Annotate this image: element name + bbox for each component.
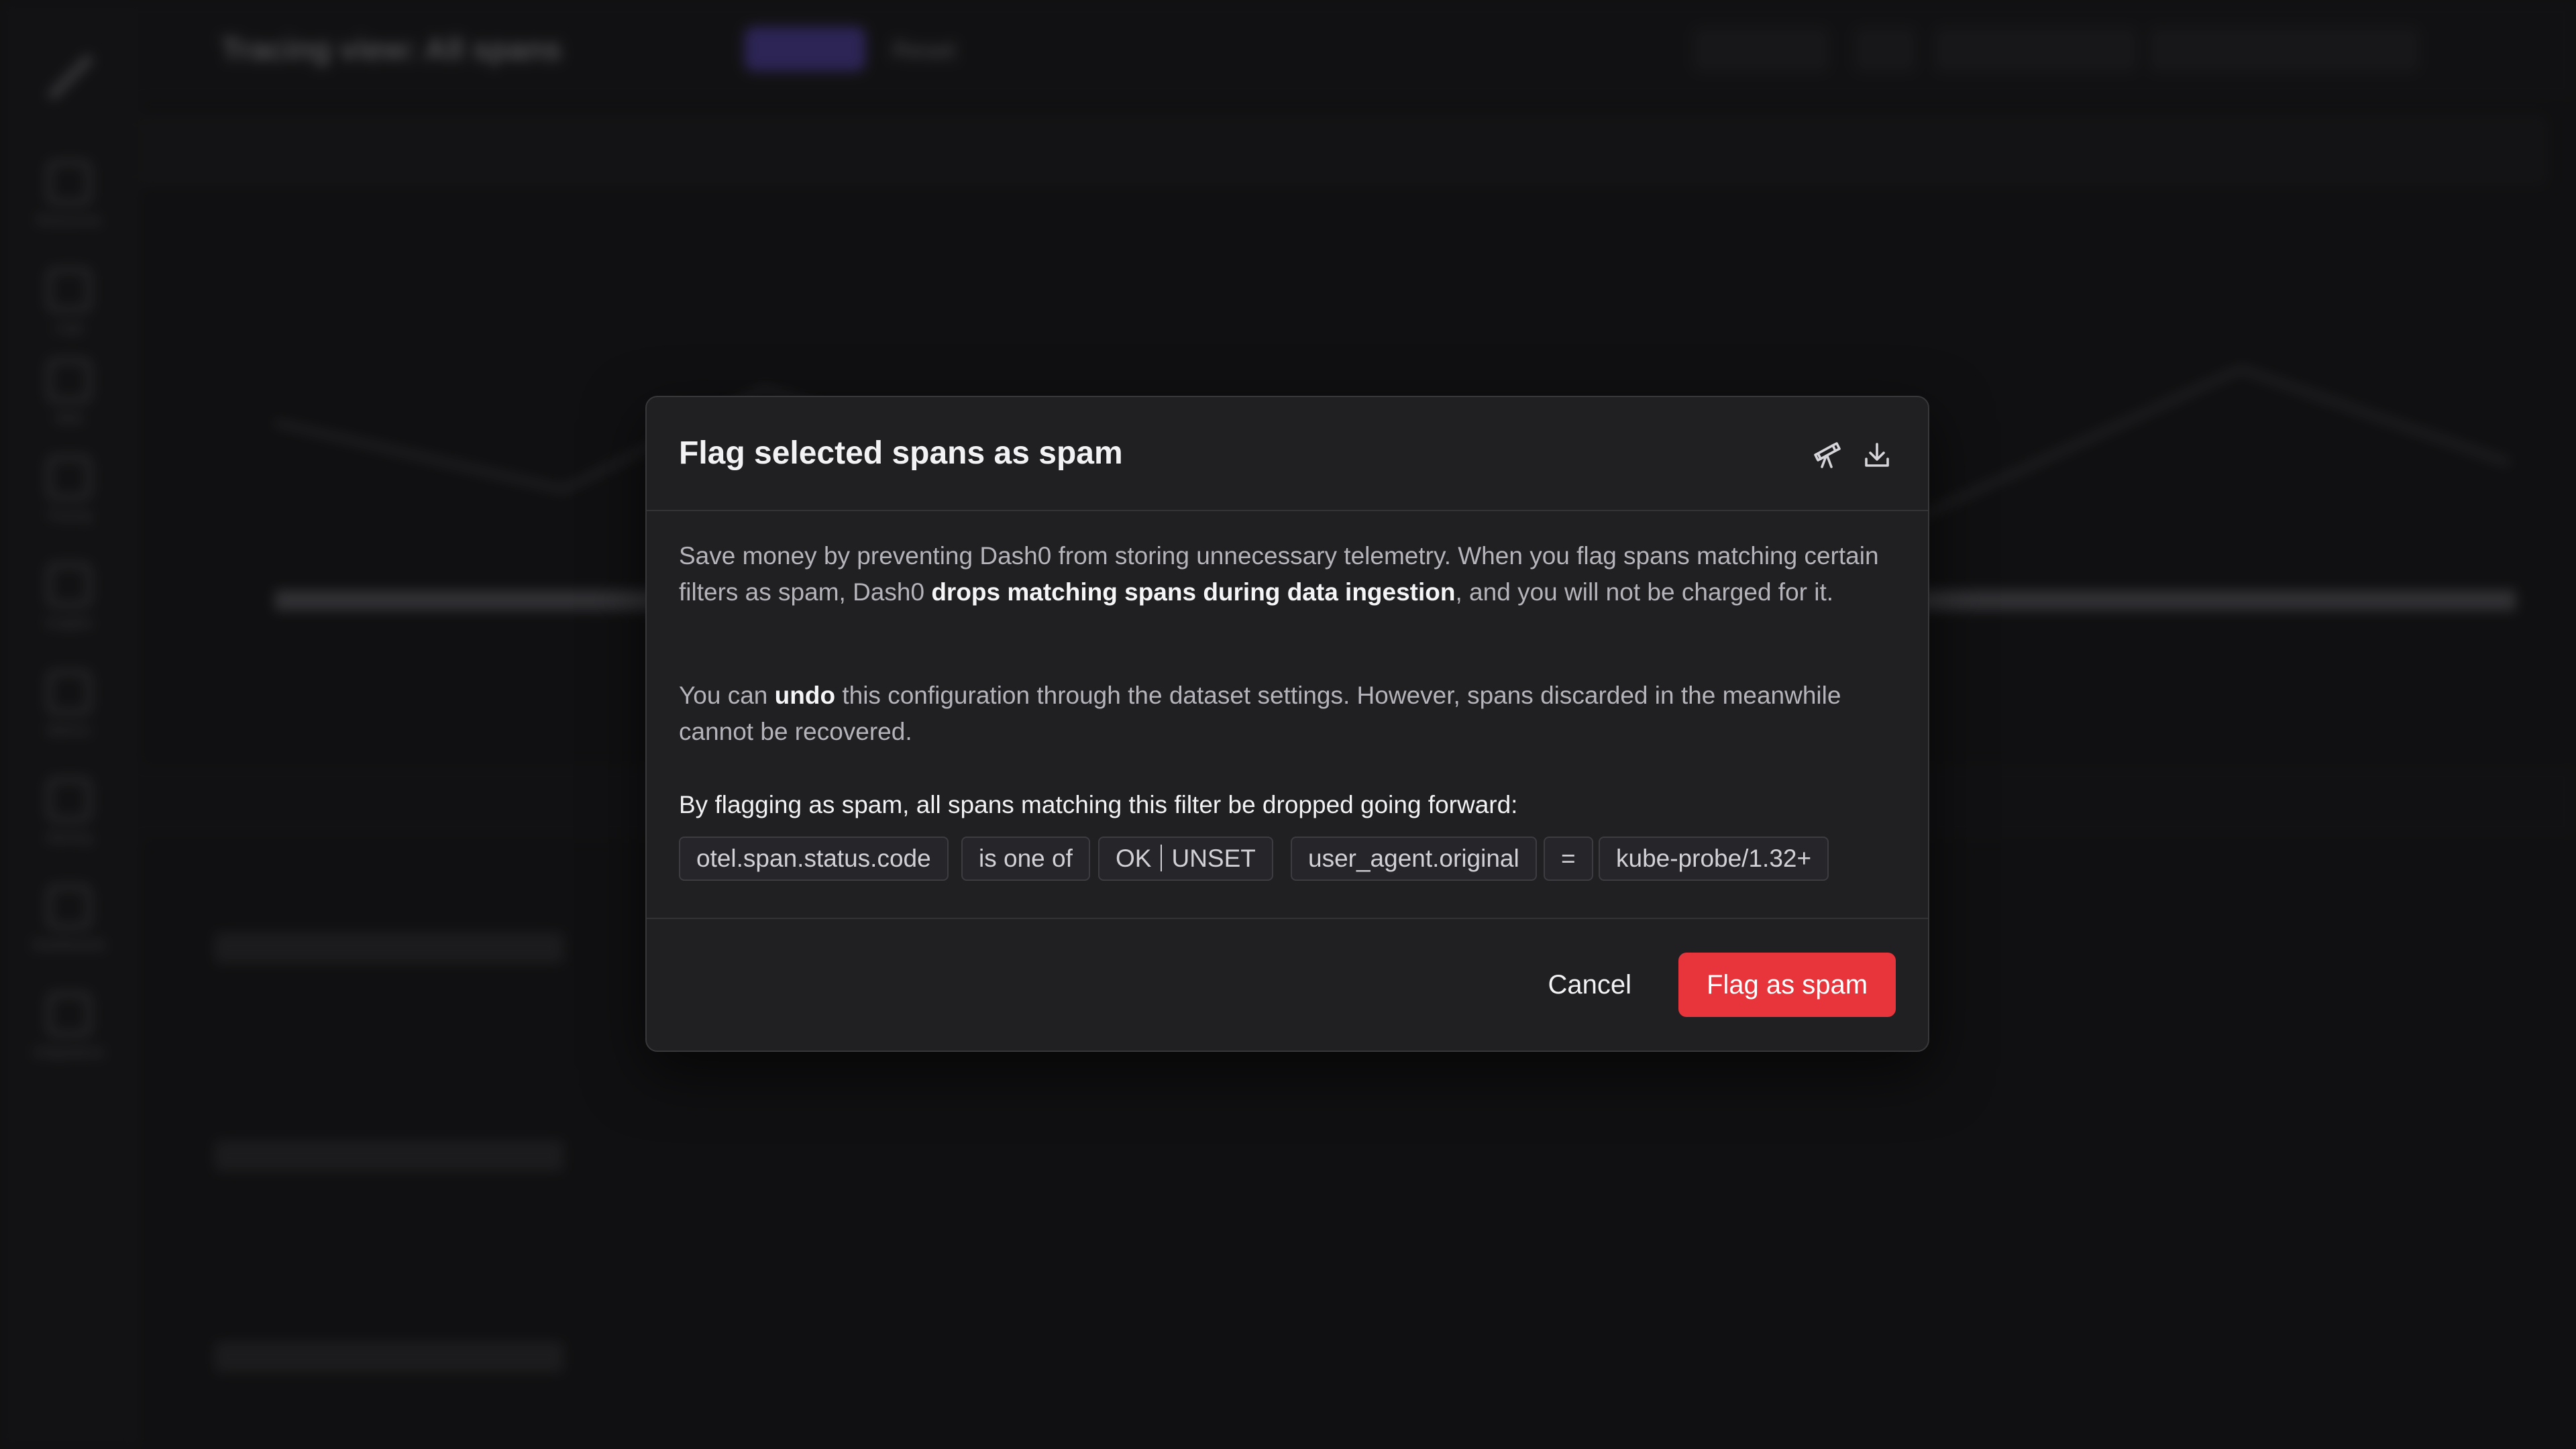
dialog-title: Flag selected spans as spam bbox=[679, 435, 1123, 471]
dialog-footer: Cancel Flag as spam bbox=[647, 918, 1928, 1051]
filter-operator-chip: = bbox=[1544, 837, 1593, 881]
filter-operator-chip: is one of bbox=[961, 837, 1090, 881]
emphasis-text: undo bbox=[774, 682, 836, 709]
filter-values-chip: OK UNSET bbox=[1098, 837, 1273, 881]
flag-spam-dialog: Flag selected spans as spam Save money b… bbox=[645, 396, 1929, 1052]
filter-key-chip: otel.span.status.code bbox=[679, 837, 949, 881]
emphasis-text: drops matching spans during data ingesti… bbox=[931, 578, 1456, 606]
flag-as-spam-button[interactable]: Flag as spam bbox=[1678, 953, 1896, 1017]
telescope-icon[interactable] bbox=[1813, 439, 1845, 471]
filter-key-chip: user_agent.original bbox=[1291, 837, 1537, 881]
description-paragraph: Save money by preventing Dash0 from stor… bbox=[679, 542, 1879, 606]
filter-intro-text: By flagging as spam, all spans matching … bbox=[679, 791, 1518, 818]
undo-paragraph: You can undo this configuration through … bbox=[679, 682, 1841, 745]
cancel-button[interactable]: Cancel bbox=[1541, 954, 1638, 1016]
value-separator bbox=[1161, 845, 1163, 872]
filter-value-chip: kube-probe/1.32+ bbox=[1599, 837, 1829, 881]
dialog-header: Flag selected spans as spam bbox=[647, 397, 1928, 511]
download-icon[interactable] bbox=[1861, 439, 1893, 471]
